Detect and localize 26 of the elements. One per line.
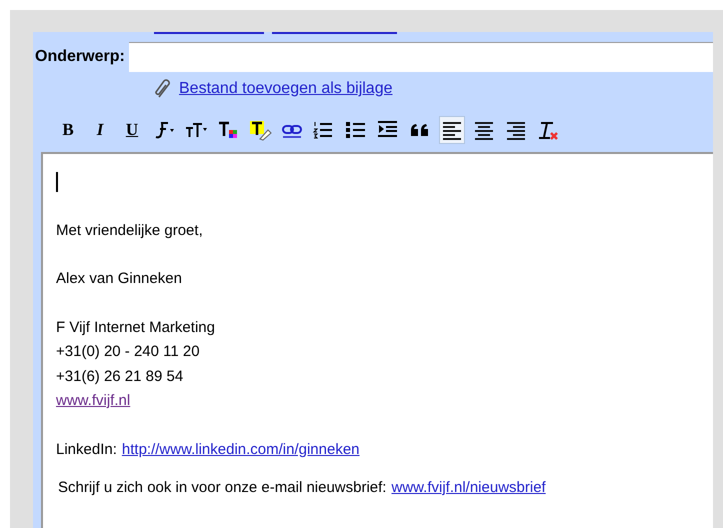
subject-field[interactable] [128,42,713,72]
subject-label: Onderwerp: [35,48,125,66]
signature-line: +31(0) 20 - 240 11 20 [56,342,201,362]
signature-line: Met vriendelijke groet, [56,220,204,240]
linkedin-link[interactable]: http://www.linkedin.com/in/ginneken [122,438,360,462]
alignleft-icon [440,119,464,141]
linkedin-label: LinkedIn: [56,440,117,460]
italic-button[interactable]: I [87,116,113,144]
textcolor-icon [216,119,240,141]
highlight-icon [248,119,272,141]
clear-icon [536,119,560,141]
alignright-icon [504,119,528,141]
signature-line: +31(6) 26 21 89 54 [56,366,184,386]
website-link[interactable]: www.fvijf.nl [56,392,130,409]
signature-line: Alex van Ginneken [56,269,183,289]
signature-line: F Vijf Internet Marketing [56,318,216,338]
aligncenter-icon [472,119,496,141]
message-editor[interactable] [41,152,713,528]
text-cursor [56,172,58,192]
bulleted-icon [344,119,368,141]
bold-button[interactable]: B [55,116,81,144]
attachment-link[interactable]: Bestand toevoegen als bijlage [179,80,392,98]
underline-button[interactable]: U [119,116,145,144]
alignleft-button[interactable] [439,116,465,144]
newsletter-link[interactable]: www.fvijf.nl/nieuwsbrief [391,476,546,500]
newsletter-text: Schrijf u zich ook in voor onze e-mail nieuwsbrief: [58,478,386,498]
